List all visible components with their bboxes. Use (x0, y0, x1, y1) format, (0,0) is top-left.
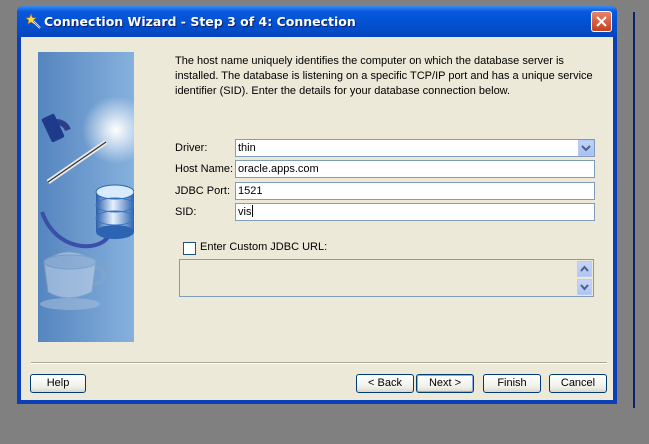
text-cursor (252, 205, 254, 217)
dialog-body: The host name uniquely identifies the co… (21, 37, 613, 400)
scroll-down-button[interactable] (577, 279, 592, 295)
driver-select-value: thin (238, 142, 256, 154)
driver-label: Driver: (175, 142, 208, 154)
cancel-button[interactable]: Cancel (549, 374, 607, 393)
connection-wizard-window: Connection Wizard - Step 3 of 4: Connect… (17, 6, 617, 404)
dropdown-arrow-button[interactable] (578, 140, 594, 156)
scroll-up-button[interactable] (577, 261, 592, 277)
button-separator (31, 362, 607, 364)
sid-label: SID: (175, 206, 197, 218)
chevron-up-icon (580, 265, 589, 272)
help-button[interactable]: Help (30, 374, 86, 393)
sid-value: vis (238, 206, 252, 218)
host-name-value: oracle.apps.com (238, 163, 319, 175)
chevron-down-icon (581, 145, 591, 152)
host-name-label: Host Name: (175, 163, 234, 175)
background-divider (633, 12, 635, 408)
back-button[interactable]: < Back (356, 374, 414, 393)
close-icon (596, 16, 607, 27)
jdbc-port-value: 1521 (238, 185, 263, 197)
host-name-field[interactable]: oracle.apps.com (235, 160, 595, 178)
wizard-description: The host name uniquely identifies the co… (175, 55, 593, 97)
chevron-down-icon (580, 284, 589, 291)
custom-jdbc-url-label: Enter Custom JDBC URL: (200, 241, 328, 253)
title-bar[interactable]: Connection Wizard - Step 3 of 4: Connect… (17, 6, 617, 37)
jdbc-port-label: JDBC Port: (175, 185, 231, 197)
wizard-wand-icon (25, 13, 41, 29)
window-title: Connection Wizard - Step 3 of 4: Connect… (44, 14, 356, 29)
finish-button[interactable]: Finish (483, 374, 541, 393)
database-connection-illustration (38, 52, 134, 342)
close-button[interactable] (591, 11, 612, 32)
sid-field[interactable]: vis (235, 203, 595, 221)
driver-select[interactable]: thin (235, 139, 595, 157)
custom-jdbc-url-textarea[interactable] (179, 259, 594, 297)
next-button[interactable]: Next > (416, 374, 474, 393)
custom-jdbc-url-checkbox[interactable] (183, 242, 196, 255)
jdbc-port-field[interactable]: 1521 (235, 182, 595, 200)
